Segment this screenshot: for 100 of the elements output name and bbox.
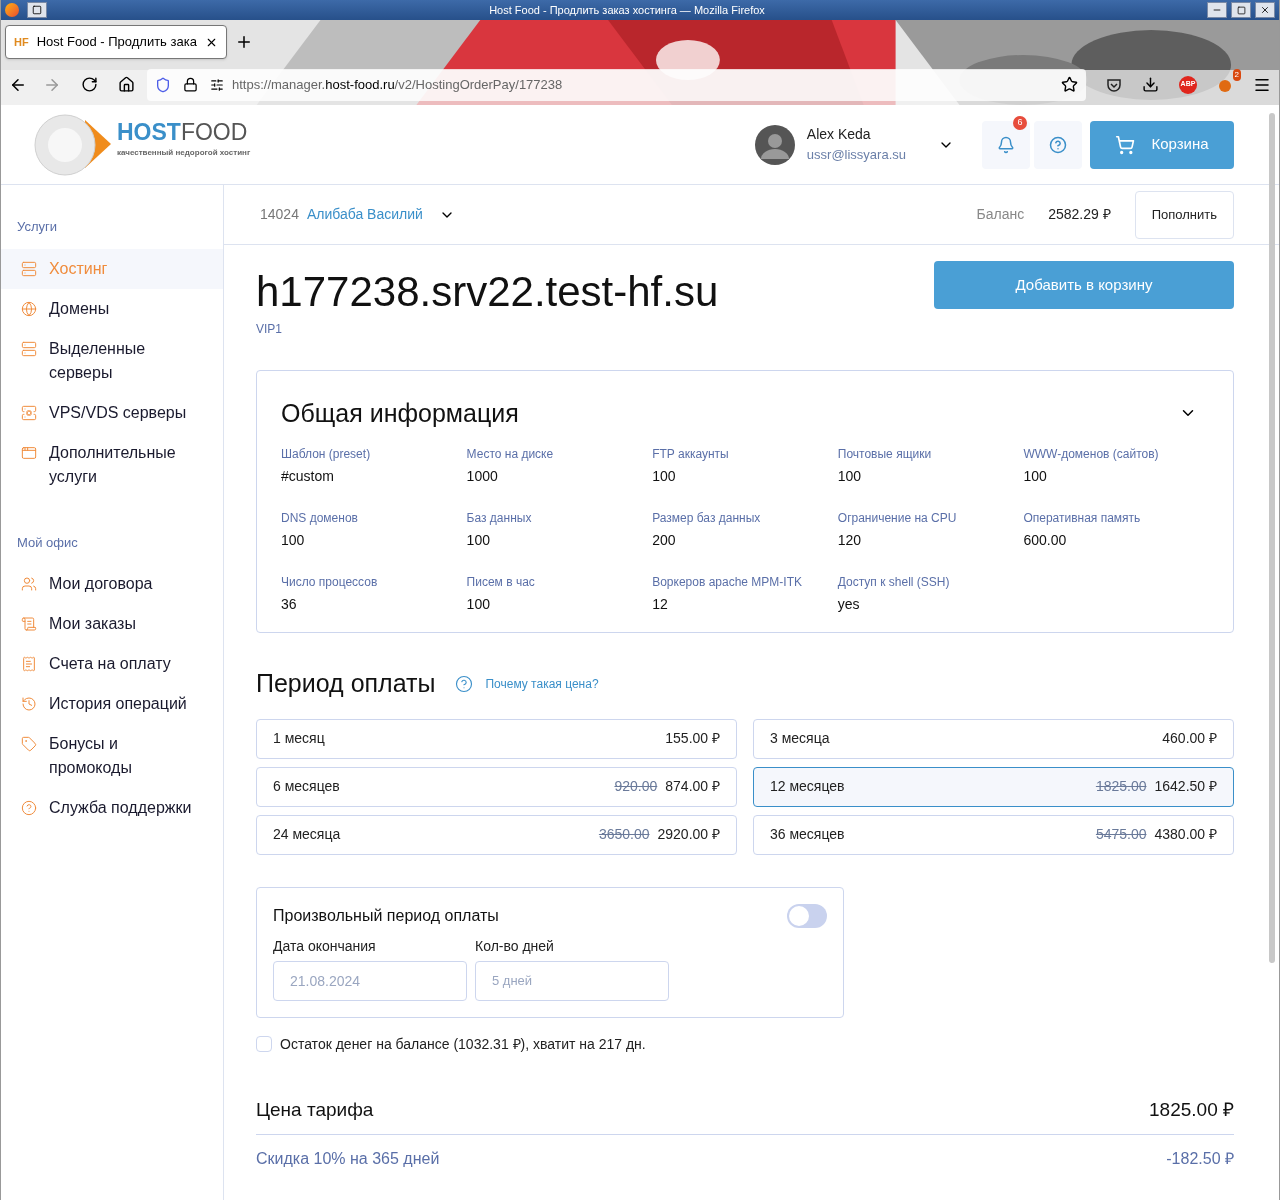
window-menu-button[interactable] <box>27 2 47 18</box>
scrollbar[interactable] <box>1269 113 1275 963</box>
field-label: Оперативная память <box>1023 510 1142 528</box>
bell-icon <box>997 135 1015 154</box>
period-option[interactable]: 1 месяц 155.00 ₽ <box>256 718 737 759</box>
period-price: 2920.00 ₽ <box>657 825 720 845</box>
plan-name: VIP1 <box>256 320 283 338</box>
notification-badge: 6 <box>1013 115 1027 130</box>
balance-label: Баланс <box>976 205 1025 224</box>
reload-icon[interactable] <box>81 76 98 93</box>
field-label: Дата окончания <box>273 936 377 956</box>
section-title: Период оплаты <box>256 668 436 700</box>
field-value: 600.00 <box>1023 531 1068 551</box>
home-icon[interactable] <box>118 76 135 93</box>
field-label: DNS доменов <box>281 510 359 528</box>
info-title: Общая информация <box>281 397 520 429</box>
period-option[interactable]: 6 месяцев 920.00 874.00 ₽ <box>256 766 737 807</box>
field-label: Размер баз данных <box>652 510 762 528</box>
browser-tab[interactable]: HF Host Food - Продлить зака <box>5 25 227 59</box>
sidebar-item[interactable]: Бонусы и промокоды <box>1 724 223 788</box>
field-value: 100 <box>1023 467 1048 487</box>
custom-period-title: Произвольный период оплаты <box>273 905 500 926</box>
period-label: 12 месяцев <box>770 777 846 797</box>
field-value: 100 <box>281 531 306 551</box>
checkbox[interactable] <box>256 1036 272 1053</box>
field-label: Кол-во дней <box>475 936 555 956</box>
sidebar-item[interactable]: История операций <box>1 684 223 724</box>
summary-value: 1825.00 ₽ <box>1149 1097 1234 1122</box>
period-label: 3 месяца <box>770 729 831 749</box>
domain-title: h177238.srv22.test-hf.su <box>256 267 720 317</box>
balance-amount: 2582.29 ₽ <box>1048 205 1111 224</box>
close-icon <box>1260 5 1270 15</box>
period-price: 460.00 ₽ <box>1162 729 1217 749</box>
users-icon <box>21 576 37 592</box>
pocket-icon[interactable] <box>1106 76 1122 93</box>
maximize-icon <box>1236 5 1246 15</box>
notifications-button[interactable] <box>982 120 1030 169</box>
old-price: 920.00 <box>614 777 658 797</box>
field-value: 100 <box>837 467 863 487</box>
tab-title: Host Food - Продлить зака <box>36 33 197 52</box>
address-bar[interactable]: https://manager.host-food.ru/v2/HostingOrderPay/177238 <box>147 68 1086 101</box>
minimize-button[interactable] <box>1207 2 1227 18</box>
end-date-field[interactable]: 21.08.2024 <box>273 960 467 1001</box>
help-icon <box>1049 135 1067 154</box>
toggle-switch[interactable] <box>787 903 827 928</box>
period-option[interactable]: 36 месяцев 5475.00 4380.00 ₽ <box>753 814 1234 855</box>
sidebar-item[interactable]: VPS/VDS серверы <box>1 392 223 433</box>
extension-badge: 2 <box>1232 68 1241 81</box>
logo-plate-icon <box>33 111 113 178</box>
sidebar-item[interactable]: Дополнительные услуги <box>1 432 223 497</box>
field-label: Ограничение на CPU <box>837 510 958 528</box>
sidebar-item[interactable]: Выделенные серверы <box>1 328 223 393</box>
period-option[interactable]: 24 месяца 3650.00 2920.00 ₽ <box>256 814 737 855</box>
period-price: 874.00 ₽ <box>665 777 720 797</box>
field-label: Баз данных <box>466 510 533 528</box>
download-icon[interactable] <box>1142 76 1159 93</box>
bookmark-star-icon[interactable] <box>1061 76 1078 93</box>
field-label: Доступ к shell (SSH) <box>837 574 951 592</box>
topup-button[interactable]: Пополнить <box>1134 190 1234 239</box>
period-option[interactable]: 3 месяца 460.00 ₽ <box>753 718 1234 759</box>
lock-icon <box>183 77 198 92</box>
field-value: yes <box>837 595 861 615</box>
period-label: 24 месяца <box>273 825 342 845</box>
days-field[interactable]: 5 дней <box>475 960 669 1001</box>
help-button[interactable] <box>1034 120 1082 169</box>
sidebar-item[interactable]: Мои заказы <box>1 604 223 644</box>
field-value: 12 <box>652 595 669 615</box>
field-value: 100 <box>466 595 491 615</box>
summary-value: -182.50 ₽ <box>1166 1148 1234 1169</box>
window-title: Host Food - Продлить заказ хостинга — Mozilla Firefox <box>488 2 766 18</box>
summary-label: Скидка 10% на 365 дней <box>256 1148 441 1169</box>
summary-label: Цена тарифа <box>256 1097 375 1122</box>
tag-icon <box>21 736 37 752</box>
field-label: Воркеров apache MPM-ITK <box>652 574 804 592</box>
sidebar-item[interactable]: Мои договора <box>1 564 223 604</box>
field-value: 100 <box>466 531 491 551</box>
cart-icon <box>1115 134 1136 155</box>
account-name[interactable]: Алибаба Василий <box>306 204 423 225</box>
account-id: 14024 <box>260 205 299 224</box>
globe-icon <box>21 300 37 317</box>
url-text: https://manager.host-food.ru/v2/HostingOrderPay/177238 <box>232 75 564 94</box>
field-label: FTP аккаунты <box>652 446 730 464</box>
old-price: 3650.00 <box>598 825 650 845</box>
old-price: 1825.00 <box>1095 777 1147 797</box>
period-option[interactable]: 12 месяцев 1825.00 1642.50 ₽ <box>753 766 1234 807</box>
close-button[interactable] <box>1255 2 1275 18</box>
sidebar-item[interactable]: Домены <box>1 288 223 329</box>
field-label: Число процессов <box>281 574 379 592</box>
sidebar-item[interactable]: Счета на оплату <box>1 644 223 684</box>
sidebar-item[interactable]: Служба поддержки <box>1 788 223 828</box>
field-label: WWW-доменов (сайтов) <box>1023 446 1160 464</box>
sidebar-section-title: Мой офис <box>16 533 79 552</box>
field-value: 200 <box>652 531 677 551</box>
server-icon <box>21 260 37 277</box>
logo-tagline: качественный недорогой хостинг <box>117 146 251 159</box>
price-help-link[interactable]: Почему такая цена? <box>485 674 599 693</box>
help-icon <box>21 800 37 816</box>
tab-favicon: HF <box>14 34 29 50</box>
field-label: Шаблон (preset) <box>281 446 372 464</box>
logo-text: HOSTFOOD <box>117 118 249 147</box>
